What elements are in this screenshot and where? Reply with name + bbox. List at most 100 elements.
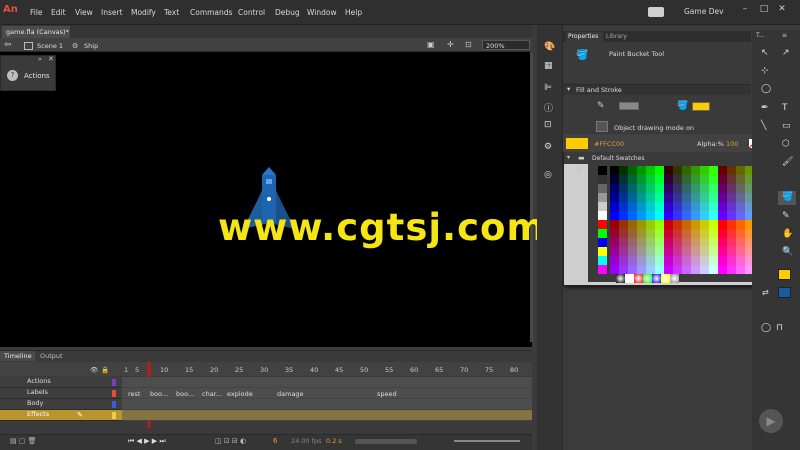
components-icon[interactable]: ⚙ (544, 142, 552, 152)
swatch-cell[interactable] (736, 247, 745, 256)
swatch-cell[interactable] (691, 247, 700, 256)
swatch-cell[interactable] (619, 238, 628, 247)
swatch-cell[interactable] (610, 202, 619, 211)
zoom-slider[interactable] (454, 440, 520, 442)
swatch-cell[interactable] (637, 238, 646, 247)
swatch-cell[interactable] (610, 265, 619, 274)
swatch-cell[interactable] (664, 265, 673, 274)
swatch-cell[interactable] (718, 175, 727, 184)
swatch-cell[interactable] (727, 238, 736, 247)
swatch-cell[interactable] (709, 175, 718, 184)
menu-item[interactable]: Commands (190, 8, 232, 17)
frame-label[interactable]: boo... (150, 390, 168, 398)
swatch-cell[interactable] (700, 247, 709, 256)
swatch-cell[interactable] (646, 211, 655, 220)
swatch-cell[interactable] (700, 256, 709, 265)
swatch-cell[interactable] (610, 256, 619, 265)
menu-item[interactable]: View (75, 8, 93, 17)
swatch-cell[interactable] (637, 265, 646, 274)
swatch-cell[interactable] (673, 175, 682, 184)
swatch-cell[interactable] (718, 256, 727, 265)
swatch-cell[interactable] (664, 193, 673, 202)
swatch-cell[interactable] (718, 193, 727, 202)
alpha-value[interactable]: 100 (726, 140, 738, 148)
panel-collapse-icon[interactable]: » (38, 56, 42, 63)
swatch-cell[interactable] (610, 229, 619, 238)
swatch-cell[interactable] (691, 175, 700, 184)
ruler-tick[interactable]: 5 (135, 366, 139, 374)
swatch-cell[interactable] (655, 238, 664, 247)
swatch-cell[interactable] (736, 238, 745, 247)
swatch-cell[interactable] (610, 175, 619, 184)
swatch-cell[interactable] (718, 220, 727, 229)
swatch-cell[interactable] (619, 211, 628, 220)
object-drawing-tool-icon[interactable]: ◯ (761, 323, 771, 333)
hex-input[interactable]: #FFCC00 (594, 140, 624, 148)
swatch-cell[interactable] (673, 265, 682, 274)
tab-timeline[interactable]: Timeline (4, 352, 32, 360)
tools-menu-icon[interactable]: ≡ (782, 32, 787, 39)
swatch-cell[interactable] (628, 265, 637, 274)
swatch-cell[interactable] (655, 175, 664, 184)
swatch-cell[interactable] (727, 265, 736, 274)
swatch-cell[interactable] (736, 211, 745, 220)
swatch-cell[interactable] (673, 256, 682, 265)
swatch-cell[interactable] (691, 202, 700, 211)
swatch-cell[interactable] (682, 202, 691, 211)
swatch-cell[interactable] (682, 193, 691, 202)
swatch-cell[interactable] (718, 211, 727, 220)
swatch-cell[interactable] (619, 265, 628, 274)
swatch-cell[interactable] (610, 193, 619, 202)
gradient-swatch[interactable] (643, 274, 652, 283)
swatch-cell[interactable] (700, 175, 709, 184)
swatch-cell[interactable] (646, 220, 655, 229)
swatch-cell[interactable] (664, 202, 673, 211)
swatch-cell[interactable] (673, 247, 682, 256)
swatches-icon[interactable]: ▦ (544, 61, 553, 71)
swatch-cell[interactable] (610, 184, 619, 193)
scene-breadcrumb[interactable]: Scene 1 (37, 42, 63, 50)
swatch-cell[interactable] (673, 193, 682, 202)
gradient-swatch[interactable] (625, 274, 634, 283)
pencil-icon[interactable]: ✎ (77, 411, 83, 419)
swatch-cell[interactable] (610, 211, 619, 220)
swatch-cell[interactable] (709, 211, 718, 220)
swatch-cell[interactable] (727, 211, 736, 220)
menu-item[interactable]: Help (345, 8, 362, 17)
swatch-cell[interactable] (598, 166, 607, 175)
swatch-cell[interactable] (709, 202, 718, 211)
menu-item[interactable]: Window (307, 8, 337, 17)
swatch-cell[interactable] (673, 238, 682, 247)
align-icon[interactable]: ⊫ (544, 83, 552, 93)
swatch-cell[interactable] (628, 193, 637, 202)
swatch-cell[interactable] (736, 193, 745, 202)
swatch-cell[interactable] (637, 184, 646, 193)
swatch-cell[interactable] (637, 247, 646, 256)
frame-label[interactable]: char... (202, 390, 222, 398)
swatch-cell[interactable] (655, 202, 664, 211)
swatch-cell[interactable] (619, 247, 628, 256)
swatch-cell[interactable] (700, 211, 709, 220)
swatch-cell[interactable] (628, 175, 637, 184)
swatch-cell[interactable] (655, 256, 664, 265)
ruler-tick[interactable]: 50 (360, 366, 368, 374)
swatch-cell[interactable] (709, 184, 718, 193)
zoom-select[interactable]: 200% (482, 40, 530, 50)
swatch-cell[interactable] (709, 220, 718, 229)
swatch-cell[interactable] (673, 220, 682, 229)
tab-output[interactable]: Output (40, 352, 63, 360)
swatch-cell[interactable] (727, 166, 736, 175)
menu-item[interactable]: Modify (131, 8, 156, 17)
swatch-cell[interactable] (682, 265, 691, 274)
swatch-cell[interactable] (673, 184, 682, 193)
ruler-tick[interactable]: 25 (235, 366, 243, 374)
swatch-cell[interactable] (610, 166, 619, 175)
swatch-cell[interactable] (637, 175, 646, 184)
swatch-cell[interactable] (610, 238, 619, 247)
swatch-cell[interactable] (682, 238, 691, 247)
ruler-tick[interactable]: 15 (185, 366, 193, 374)
swatch-cell[interactable] (598, 184, 607, 193)
swatch-cell[interactable] (673, 229, 682, 238)
swatch-cell[interactable] (628, 220, 637, 229)
swatch-cell[interactable] (664, 166, 673, 175)
